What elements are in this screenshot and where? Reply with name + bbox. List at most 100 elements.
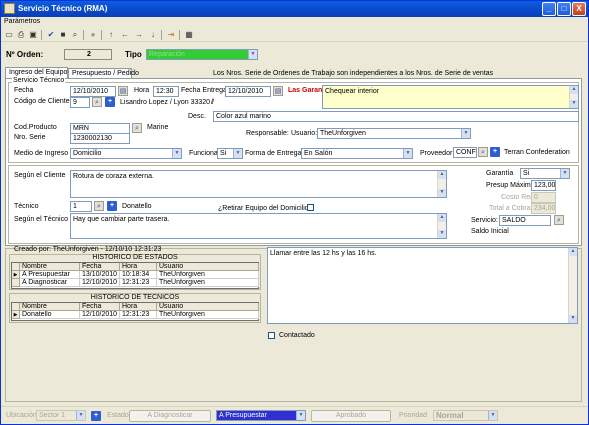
retirar-label: ¿Retirar Equipo del Domicilio? — [218, 205, 313, 212]
row-pointer-icon[interactable]: ▶ — [12, 271, 20, 279]
codigo-cliente-label: Código de Cliente — [14, 98, 70, 105]
table-cell[interactable]: 10:18:34 — [120, 271, 157, 279]
estados-col-nombre[interactable]: Nombre — [20, 263, 80, 271]
desc-field[interactable]: Color azul marino — [213, 111, 579, 122]
estados-col-usuario[interactable]: Usuario — [157, 263, 259, 271]
nro-serie-field[interactable]: 1230002130 — [70, 133, 130, 144]
fecha-field[interactable]: 12/10/2010 — [70, 86, 116, 97]
retirar-checkbox[interactable] — [307, 204, 314, 211]
diagnosticar-button[interactable]: A Diagnosticar — [129, 410, 211, 422]
table-cell[interactable]: 12:31:23 — [120, 279, 157, 287]
segun-tecnico-text: Hay que cambiar parte trasera. — [73, 216, 170, 223]
stop-icon[interactable]: ■ — [58, 30, 68, 40]
search-icon[interactable]: ⌕ — [70, 30, 80, 40]
add-tecnico-button[interactable]: + — [107, 201, 117, 211]
estado-label: Estado — [107, 412, 129, 419]
arrow-left-icon[interactable]: ← — [120, 30, 130, 40]
add-proveedor-button[interactable]: + — [490, 147, 500, 157]
scrollbar[interactable] — [568, 248, 577, 323]
estado-select[interactable]: A Presupuestar ▼ — [216, 410, 306, 421]
tecnicos-col-hora[interactable]: Hora — [120, 303, 157, 311]
costo-real-field: 0 — [531, 192, 556, 203]
search-icon[interactable]: ⌕ — [92, 97, 102, 107]
servicio-field[interactable]: SALDO — [499, 215, 551, 226]
table-cell[interactable]: A Diagnosticar — [20, 279, 80, 287]
minimize-button[interactable]: _ — [542, 2, 556, 16]
maximize-button[interactable]: □ — [557, 2, 571, 16]
arrow-down-icon[interactable]: ↓ — [148, 30, 158, 40]
search-icon[interactable]: ⌕ — [94, 201, 104, 211]
contactado-checkbox[interactable] — [268, 332, 275, 339]
hora-label: Hora — [134, 87, 150, 94]
estados-col-hora[interactable]: Hora — [120, 263, 157, 271]
search-icon[interactable]: ⌕ — [132, 123, 142, 133]
print-icon[interactable]: ⎙ — [16, 30, 26, 40]
segun-tecnico-textarea[interactable]: Hay que cambiar parte trasera. — [70, 213, 447, 239]
close-button[interactable]: X — [572, 2, 586, 16]
orden-label: Nº Orden: — [6, 50, 44, 59]
funciona-select[interactable]: Si ▼ — [217, 148, 243, 159]
title-bar: Servicio Técnico (RMA) _ □ X — [1, 1, 588, 17]
tecnicos-col-usuario[interactable]: Usuario — [157, 303, 259, 311]
calendar-icon[interactable]: ▤ — [118, 86, 128, 96]
table-cell[interactable]: TheUnforgiven — [157, 311, 259, 319]
add-ubicacion-button[interactable]: + — [91, 411, 101, 421]
ubicacion-select[interactable]: Sector 1 ▼ — [36, 410, 86, 421]
presup-max-field[interactable]: 123,00 — [531, 180, 556, 191]
arrow-up-icon[interactable]: ↑ — [106, 30, 116, 40]
usuario-select-value: TheUnforgiven — [320, 130, 366, 137]
scrollbar[interactable] — [569, 86, 578, 108]
scrollbar[interactable] — [437, 214, 446, 238]
exit-icon[interactable]: ⇥ — [166, 30, 176, 40]
menu-parametros[interactable]: Parámetros — [4, 18, 40, 25]
status-bar: Ubicación Sector 1 ▼ + Estado A Diagnosti… — [1, 406, 588, 424]
notas-textarea[interactable]: Llamar entre las 12 hs y las 16 hs. — [267, 247, 578, 324]
tecnico-field[interactable]: 1 — [70, 201, 92, 212]
codigo-cliente-field[interactable]: 9 — [70, 97, 90, 108]
row-header[interactable] — [12, 279, 20, 287]
new-icon[interactable]: ▭ — [4, 30, 14, 40]
estados-col-fecha[interactable]: Fecha — [80, 263, 120, 271]
table-cell[interactable]: A Presupuestar — [20, 271, 80, 279]
chevron-down-icon: ▼ — [248, 50, 257, 59]
table-cell[interactable]: 12/10/2010 — [80, 311, 120, 319]
chequear-note[interactable]: Chequear interior — [322, 85, 579, 109]
grid-icon[interactable]: ▦ — [184, 30, 194, 40]
segun-tecnico-label: Según el Técnico — [14, 216, 68, 223]
save-icon[interactable]: ▣ — [28, 30, 38, 40]
row-pointer-icon[interactable]: ▶ — [12, 311, 20, 319]
add-cliente-button[interactable]: + — [105, 97, 115, 107]
scrollbar[interactable] — [437, 171, 446, 197]
segun-cliente-textarea[interactable]: Rotura de coraza externa. — [70, 170, 447, 198]
record-icon[interactable]: ● — [88, 30, 98, 40]
forma-entrega-select[interactable]: En Salón ▼ — [301, 148, 413, 159]
tipo-select-value: Reparación — [149, 51, 185, 58]
usuario-select[interactable]: TheUnforgiven ▼ — [317, 128, 471, 139]
medio-select[interactable]: Domicilio ▼ — [70, 148, 182, 159]
aprobado-button[interactable]: Aprobado — [311, 410, 391, 422]
tecnicos-col-fecha[interactable]: Fecha — [80, 303, 120, 311]
proveedor-field[interactable]: CONF — [453, 147, 477, 158]
table-cell[interactable]: TheUnforgiven — [157, 271, 259, 279]
search-icon[interactable]: ⌕ — [478, 147, 488, 157]
table-cell[interactable]: Donatello — [20, 311, 80, 319]
check-icon[interactable]: ✔ — [46, 30, 56, 40]
funciona-label: Funciona — [189, 150, 218, 157]
prioridad-select[interactable]: Normal ▼ — [433, 410, 498, 421]
table-cell[interactable]: 12:31:23 — [120, 311, 157, 319]
desc-label: Desc. — [188, 113, 206, 120]
hora-field[interactable]: 12:30 — [153, 86, 179, 97]
toolbar-separator — [179, 30, 180, 40]
tecnicos-col-nombre[interactable]: Nombre — [20, 303, 80, 311]
chevron-down-icon: ▼ — [488, 411, 497, 420]
table-cell[interactable]: TheUnforgiven — [157, 279, 259, 287]
garantia-select[interactable]: Si ▼ — [520, 168, 570, 179]
table-cell[interactable]: 13/10/2010 — [80, 271, 120, 279]
search-icon[interactable]: ⌕ — [554, 215, 564, 225]
table-cell[interactable]: 12/10/2010 — [80, 279, 120, 287]
arrow-right-icon[interactable]: → — [134, 30, 144, 40]
fecha-entrega-field[interactable]: 12/10/2010 — [225, 86, 271, 97]
tipo-select[interactable]: Reparación ▼ — [146, 49, 258, 60]
calendar-icon[interactable]: ▤ — [273, 86, 283, 96]
nro-serie-label: Nro. Serie — [14, 134, 46, 141]
